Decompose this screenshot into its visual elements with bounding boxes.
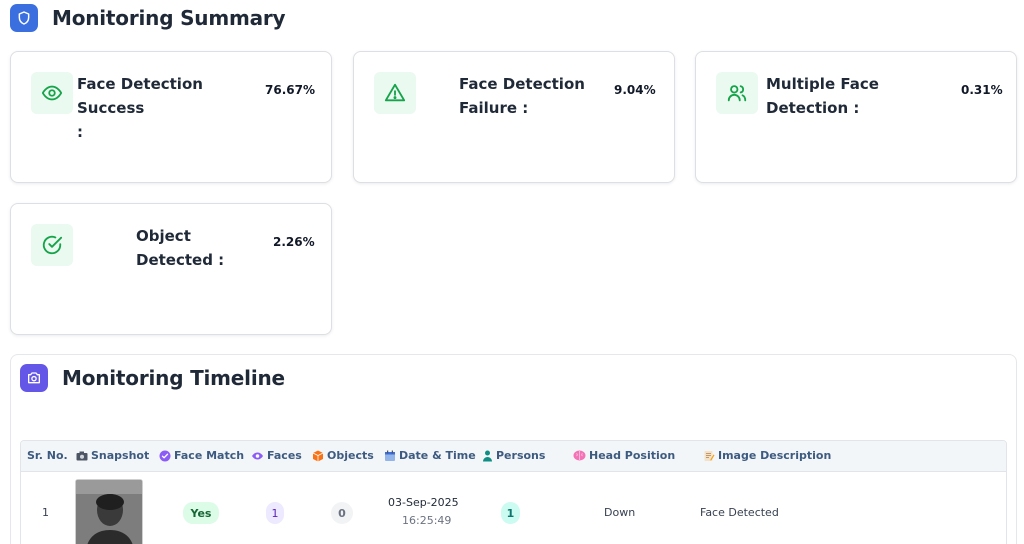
timeline-table: Sr. No. Snapshot Face Match Faces Object… bbox=[20, 440, 1007, 544]
calendar-icon bbox=[384, 450, 396, 462]
check-badge-icon bbox=[159, 450, 171, 462]
camera-icon bbox=[20, 364, 48, 392]
timeline-title: Monitoring Timeline bbox=[62, 366, 285, 390]
time-value: 16:25:49 bbox=[402, 514, 452, 527]
card-label: Object Detected : bbox=[136, 227, 225, 269]
multiple-face-detection-card: Multiple Face Detection : 0.31% bbox=[695, 51, 1017, 183]
users-icon bbox=[716, 72, 758, 114]
col-header-sr-no[interactable]: Sr. No. bbox=[27, 449, 68, 462]
date-value: 03-Sep-2025 bbox=[388, 496, 459, 509]
col-header-persons[interactable]: Persons bbox=[482, 449, 545, 462]
table-header: Sr. No. Snapshot Face Match Faces Object… bbox=[21, 441, 1006, 472]
head-position-value: Down bbox=[604, 506, 636, 519]
col-header-head-position[interactable]: Head Position bbox=[573, 449, 675, 462]
col-header-snapshot[interactable]: Snapshot bbox=[76, 449, 149, 462]
summary-header: Monitoring Summary bbox=[10, 4, 286, 32]
col-header-date-time[interactable]: Date & Time bbox=[384, 449, 476, 462]
card-label: Face Detection Failure : bbox=[459, 75, 585, 117]
face-detection-failure-card: Face Detection Failure : 9.04% bbox=[353, 51, 675, 183]
card-value: 9.04% bbox=[614, 83, 656, 97]
col-header-image-description[interactable]: Image Description bbox=[703, 449, 831, 462]
box-icon bbox=[312, 450, 324, 462]
persons-count-badge: 1 bbox=[501, 502, 520, 524]
faces-count-badge: 1 bbox=[266, 502, 284, 524]
brain-icon bbox=[573, 450, 586, 461]
person-icon bbox=[482, 450, 493, 462]
cell-sr-no: 1 bbox=[42, 506, 49, 519]
card-value: 2.26% bbox=[273, 235, 315, 249]
card-label: Face Detection Success : bbox=[77, 75, 203, 141]
objects-count-badge: 0 bbox=[331, 502, 353, 524]
face-match-badge: Yes bbox=[183, 502, 219, 524]
memo-icon bbox=[703, 450, 715, 462]
col-header-faces[interactable]: Faces bbox=[251, 449, 302, 462]
object-detected-card: Object Detected : 2.26% bbox=[10, 203, 332, 335]
summary-title: Monitoring Summary bbox=[52, 6, 286, 30]
face-detection-success-card: Face Detection Success : 76.67% bbox=[10, 51, 332, 183]
warning-triangle-icon bbox=[374, 72, 416, 114]
col-header-objects[interactable]: Objects bbox=[312, 449, 374, 462]
table-row: 1 Yes 1 0 03-Sep-2025 16:25:49 1 Down Fa… bbox=[21, 472, 1006, 544]
check-circle-icon bbox=[31, 224, 73, 266]
eye-icon bbox=[31, 72, 73, 114]
camera-icon bbox=[76, 451, 88, 461]
image-description-value: Face Detected bbox=[700, 506, 779, 519]
timeline-header: Monitoring Timeline bbox=[20, 364, 285, 392]
card-label: Multiple Face Detection : bbox=[766, 75, 879, 117]
eye-icon bbox=[251, 450, 264, 462]
col-header-face-match[interactable]: Face Match bbox=[159, 449, 244, 462]
shield-icon bbox=[10, 4, 38, 32]
card-value: 76.67% bbox=[265, 83, 315, 97]
snapshot-thumbnail[interactable] bbox=[75, 479, 143, 544]
card-value: 0.31% bbox=[961, 83, 1003, 97]
